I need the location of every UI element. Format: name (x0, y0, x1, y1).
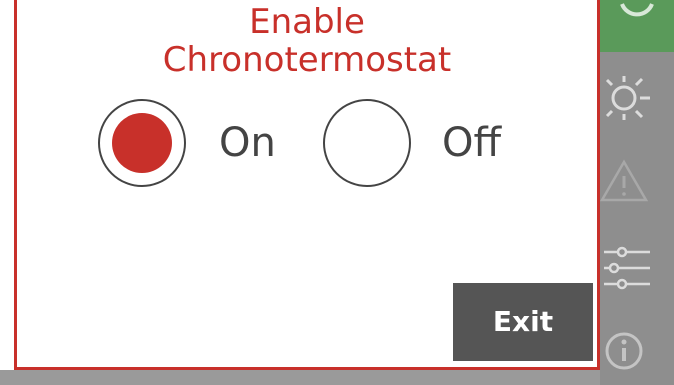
chronothermostat-dialog: Enable Chronotermostat On Off Exit (14, 0, 600, 370)
on-radio-button[interactable] (98, 99, 186, 187)
sidebar-active-item[interactable] (600, 0, 674, 52)
on-radio-label: On (219, 120, 276, 166)
off-radio-button[interactable] (323, 99, 411, 187)
screen: Enable Chronotermostat On Off Exit (0, 0, 674, 385)
background-strip (0, 370, 600, 385)
exit-button[interactable]: Exit (453, 283, 593, 361)
sidebar-item-settings[interactable] (600, 240, 674, 300)
sidebar-item-sun[interactable] (600, 68, 674, 128)
off-radio-label: Off (442, 120, 502, 166)
sidebar-item-info[interactable] (600, 325, 674, 385)
dialog-title: Enable Chronotermostat (17, 3, 597, 79)
info-icon (605, 332, 643, 370)
sidebar (599, 0, 674, 385)
sliders-icon (604, 246, 650, 290)
power-icon (620, 3, 654, 17)
warning-icon (599, 159, 649, 202)
sidebar-item-warning[interactable] (599, 152, 674, 212)
dialog-title-line-2: Chronotermostat (162, 40, 452, 80)
sun-icon (605, 76, 650, 120)
dialog-title-line-1: Enable (249, 2, 365, 42)
radio-selected-dot (112, 113, 172, 173)
